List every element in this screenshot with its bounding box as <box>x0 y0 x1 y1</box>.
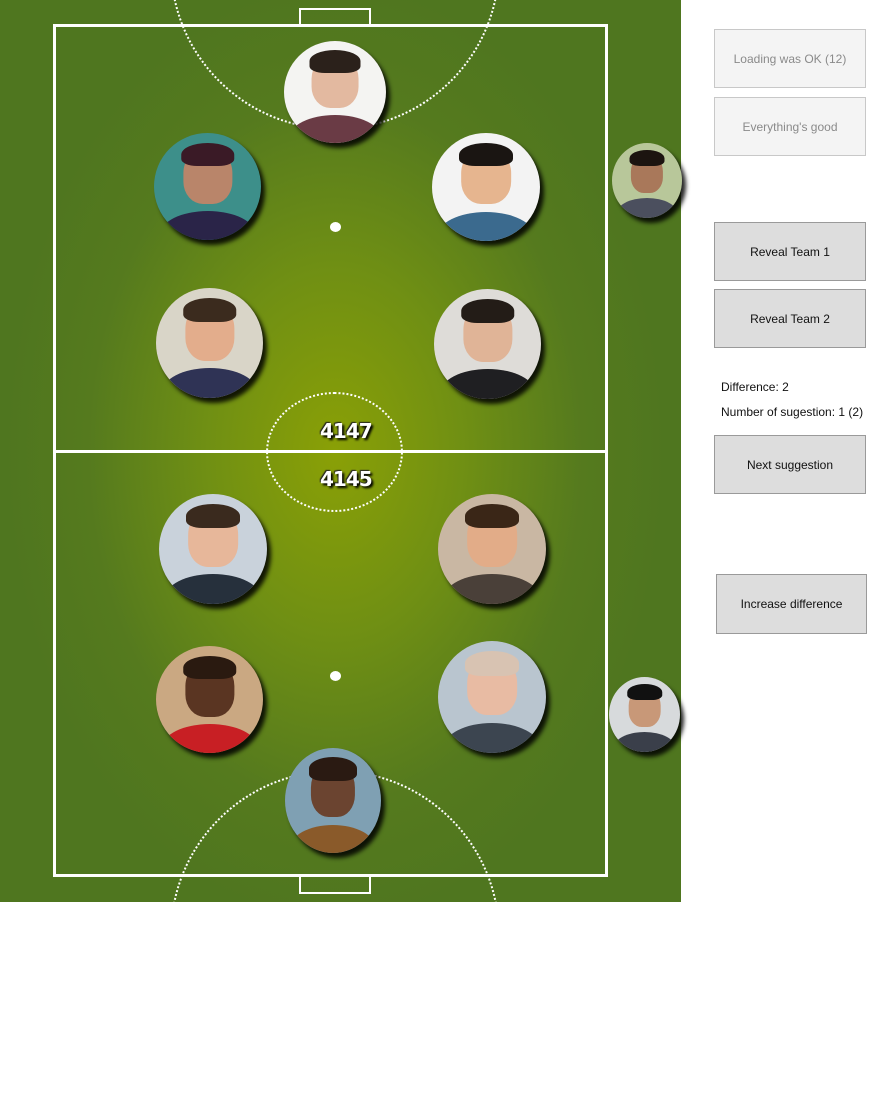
avatar-hair <box>459 142 513 167</box>
avatar-shirt <box>437 211 535 241</box>
avatar-hair <box>465 651 519 676</box>
avatar-hair <box>626 683 663 701</box>
top-penalty-spot <box>330 222 341 232</box>
substitute-avatar[interactable] <box>612 143 682 218</box>
avatar-hair <box>186 503 240 529</box>
player-avatar[interactable] <box>156 646 263 753</box>
avatar-shirt <box>439 369 536 399</box>
soccer-field: 4147 4145 <box>0 0 682 1100</box>
suggestion-count-label: Number of sugestion: 1 (2) <box>721 405 864 419</box>
center-circle <box>266 392 403 512</box>
next-suggestion-button[interactable]: Next suggestion <box>714 435 866 494</box>
player-avatar[interactable] <box>154 133 261 240</box>
avatar-shirt <box>289 824 377 853</box>
avatar-shirt <box>615 197 679 218</box>
player-avatar[interactable] <box>432 133 540 241</box>
substitute-avatar[interactable] <box>609 677 680 752</box>
player-avatar[interactable] <box>285 748 381 853</box>
avatar-hair <box>182 655 237 680</box>
player-avatar[interactable] <box>438 494 546 604</box>
avatar-shirt <box>443 574 541 604</box>
avatar-shirt <box>159 211 256 240</box>
reveal-team1-button[interactable]: Reveal Team 1 <box>714 222 866 281</box>
player-avatar[interactable] <box>159 494 267 604</box>
avatar-hair <box>309 757 357 781</box>
player-avatar[interactable] <box>156 288 263 398</box>
avatar-shirt <box>289 115 381 143</box>
avatar-shirt <box>164 574 262 604</box>
avatar-hair <box>309 50 361 73</box>
loading-status-button[interactable]: Loading was OK (12) <box>714 29 866 88</box>
difference-label: Difference: 2 <box>721 380 789 394</box>
avatar-hair <box>465 503 519 529</box>
bottom-penalty-spot <box>330 671 341 681</box>
avatar-hair <box>629 149 665 167</box>
avatar-shirt <box>161 368 258 398</box>
player-avatar[interactable] <box>434 289 541 399</box>
avatar-hair <box>180 142 235 167</box>
avatar-shirt <box>443 722 541 753</box>
avatar-hair <box>460 298 515 324</box>
status-button[interactable]: Everything's good <box>714 97 866 156</box>
reveal-team2-button[interactable]: Reveal Team 2 <box>714 289 866 348</box>
team1-score: 4147 <box>320 419 373 443</box>
avatar-shirt <box>612 731 677 752</box>
increase-difference-button[interactable]: Increase difference <box>716 574 867 634</box>
team2-score: 4145 <box>320 467 373 491</box>
player-avatar[interactable] <box>284 41 386 143</box>
avatar-shirt <box>161 724 258 753</box>
avatar-hair <box>182 297 237 323</box>
player-avatar[interactable] <box>438 641 546 753</box>
